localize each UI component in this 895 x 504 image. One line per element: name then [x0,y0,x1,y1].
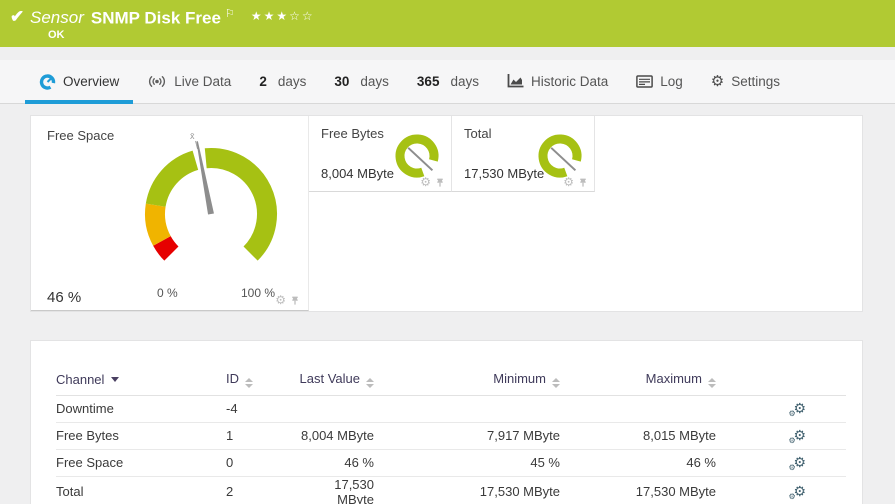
cell-minimum [374,395,560,422]
priority-stars[interactable]: ★★★☆☆ [251,9,315,23]
broadcast-icon [147,75,167,88]
cell-id: 1 [226,422,298,449]
cell-channel: Free Space [56,449,226,476]
channel-settings-icon[interactable]: ⚙⚙ [793,428,806,443]
tab-settings-label: Settings [731,74,780,89]
sensor-header-bar: ✔ Sensor SNMP Disk Free ⚐ ★★★☆☆ OK [0,0,895,47]
sort-icon [366,378,374,388]
stars-filled[interactable]: ★★★ [251,9,289,23]
sort-icon [552,378,560,388]
tab-2-days[interactable]: 2 days [245,60,320,104]
priority-flag-icon[interactable]: ⚐ [225,8,235,20]
sort-icon [708,378,716,388]
tab-2-days-label: days [278,74,307,89]
tab-365-days-label: days [450,74,479,89]
column-header-minimum[interactable]: Minimum [374,365,560,395]
tab-live-data-label: Live Data [174,74,231,89]
settings-gear-icon: ⚙ [711,74,724,89]
cell-last-value: 17,530 MByte [298,476,374,504]
table-row: Free Bytes 1 8,004 MByte 7,917 MByte 8,0… [56,422,846,449]
tab-log[interactable]: Log [622,60,697,104]
free-bytes-mini-gauge [391,130,443,182]
cell-maximum: 8,015 MByte [560,422,716,449]
gauge-current-value: 46 % [47,289,81,306]
cell-last-value: 46 % [298,449,374,476]
tab-365-days[interactable]: 365 days [403,60,493,104]
gauge-title: Free Bytes [321,126,384,141]
free-space-gauge: x̄ [131,130,291,290]
gauge-icon [39,73,56,90]
table-row: Downtime -4 ⚙⚙ [56,395,846,422]
channel-settings-icon[interactable]: ⚙⚙ [793,484,806,499]
channel-table: Channel ID Last Value Minimum Maximum Do… [56,365,846,504]
gauge-tile-free-space: Free Space x̄ 0 % 100 % 46 % ⚙ [31,116,309,311]
channel-table-panel: Channel ID Last Value Minimum Maximum Do… [30,340,863,504]
tab-bar: Overview Live Data 2 days 30 days 365 da… [0,60,895,104]
cell-id: 2 [226,476,298,504]
table-row: Free Space 0 46 % 45 % 46 % ⚙⚙ [56,449,846,476]
tab-overview-label: Overview [63,74,119,89]
tile-gear-icon[interactable]: ⚙ [563,176,574,188]
gauge-scale-max: 100 % [241,286,275,300]
cell-channel: Downtime [56,395,226,422]
sensor-name: SNMP Disk Free [91,8,221,27]
cell-maximum [560,395,716,422]
table-header-row: Channel ID Last Value Minimum Maximum [56,365,846,395]
tile-gear-icon[interactable]: ⚙ [420,176,431,188]
sort-icon [245,378,253,388]
tab-30-days-number: 30 [334,74,349,89]
gauge-tile-free-bytes: Free Bytes 8,004 MByte ⚙ [309,116,452,192]
tab-historic-data[interactable]: Historic Data [493,60,622,104]
column-header-last-value[interactable]: Last Value [298,365,374,395]
status-ok-check-icon: ✔ [10,7,24,27]
cell-last-value: 8,004 MByte [298,422,374,449]
tab-settings[interactable]: ⚙ Settings [697,60,794,104]
tab-historic-data-label: Historic Data [531,74,608,89]
gauge-title: Free Space [47,128,114,143]
channel-settings-icon[interactable]: ⚙⚙ [793,401,806,416]
gauge-current-value: 17,530 MByte [464,166,544,181]
tile-gear-icon[interactable]: ⚙ [275,294,286,306]
cell-channel: Free Bytes [56,422,226,449]
tab-live-data[interactable]: Live Data [133,60,245,104]
cell-maximum: 46 % [560,449,716,476]
gauge-scale-min: 0 % [157,286,178,300]
column-header-maximum[interactable]: Maximum [560,365,716,395]
column-header-id[interactable]: ID [226,365,298,395]
sort-desc-icon [111,377,119,382]
gauge-title: Total [464,126,491,141]
sensor-type-label: Sensor [30,8,84,27]
column-header-channel[interactable]: Channel [56,365,226,395]
tab-overview[interactable]: Overview [25,60,133,104]
gauge-mean-marker: x̄ [190,131,195,141]
log-list-icon [636,75,653,88]
stars-empty[interactable]: ☆☆ [289,9,315,23]
cell-maximum: 17,530 MByte [560,476,716,504]
historic-chart-icon [507,74,524,88]
table-row: Total 2 17,530 MByte 17,530 MByte 17,530… [56,476,846,504]
gauges-panel: Free Space x̄ 0 % 100 % 46 % ⚙ Free Byte… [30,115,863,312]
tab-30-days-label: days [360,74,389,89]
cell-minimum: 45 % [374,449,560,476]
tab-365-days-number: 365 [417,74,440,89]
sensor-status-badge: OK [48,29,65,41]
cell-minimum: 17,530 MByte [374,476,560,504]
tab-2-days-number: 2 [259,74,267,89]
gauge-current-value: 8,004 MByte [321,166,394,181]
sensor-title-line: Sensor SNMP Disk Free ⚐ ★★★☆☆ [30,7,315,28]
cell-id: -4 [226,395,298,422]
cell-channel: Total [56,476,226,504]
tab-30-days[interactable]: 30 days [320,60,403,104]
tab-log-label: Log [660,74,683,89]
cell-id: 0 [226,449,298,476]
pin-icon[interactable] [290,295,300,306]
gauge-tile-total: Total 17,530 MByte ⚙ [452,116,595,192]
channel-settings-icon[interactable]: ⚙⚙ [793,455,806,470]
cell-last-value [298,395,374,422]
pin-icon[interactable] [578,177,588,188]
pin-icon[interactable] [435,177,445,188]
cell-minimum: 7,917 MByte [374,422,560,449]
